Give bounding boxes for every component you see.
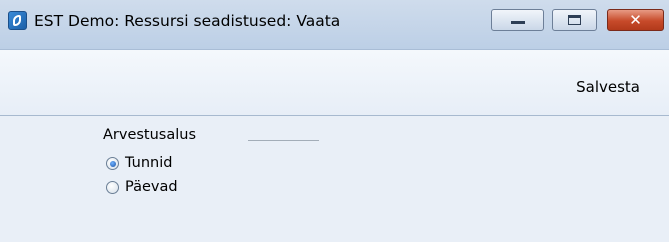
window-title: EST Demo: Ressursi seadistused: Vaata bbox=[34, 12, 341, 30]
maximize-icon bbox=[568, 15, 581, 25]
radio-label[interactable]: Päevad bbox=[125, 179, 178, 195]
radio-checked-icon[interactable] bbox=[106, 157, 119, 170]
radio-label[interactable]: Tunnid bbox=[125, 155, 172, 171]
radio-unchecked-icon[interactable] bbox=[106, 181, 119, 194]
maximize-button[interactable] bbox=[552, 9, 597, 31]
close-button[interactable]: ✕ bbox=[607, 9, 664, 31]
minimize-icon bbox=[511, 21, 525, 24]
close-icon: ✕ bbox=[629, 11, 642, 29]
minimize-button[interactable] bbox=[491, 9, 544, 31]
toolbar: Salvesta bbox=[0, 50, 669, 116]
group-divider bbox=[248, 140, 319, 141]
app-icon bbox=[8, 11, 27, 30]
settings-form: Arvestusalus Tunnid Päevad bbox=[0, 116, 669, 242]
group-label: Arvestusalus bbox=[103, 127, 197, 143]
title-bar: EST Demo: Ressursi seadistused: Vaata ✕ bbox=[0, 0, 669, 50]
save-button[interactable]: Salvesta bbox=[576, 78, 640, 96]
